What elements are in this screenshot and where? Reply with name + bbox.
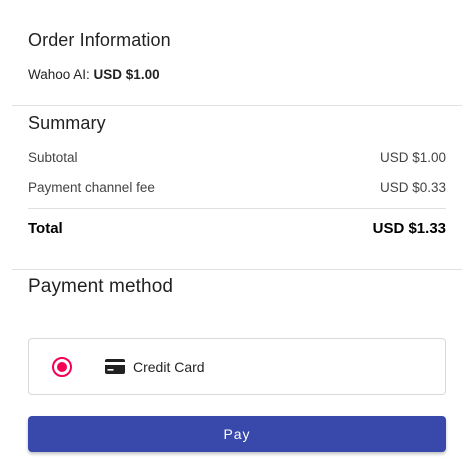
- order-item-label: Wahoo AI:: [28, 67, 94, 82]
- payment-method-label: Credit Card: [133, 358, 205, 375]
- section-divider: [12, 105, 462, 106]
- credit-card-icon: [105, 359, 125, 374]
- section-divider: [12, 269, 462, 270]
- pay-button[interactable]: Pay: [28, 416, 446, 452]
- total-value: USD $1.33: [372, 220, 446, 237]
- radio-selected-dot: [57, 361, 67, 372]
- payment-fee-label: Payment channel fee: [28, 180, 155, 195]
- payment-fee-value: USD $0.33: [379, 180, 446, 195]
- summary-title: Summary: [28, 113, 106, 133]
- summary-divider: [28, 208, 446, 209]
- order-information-title: Order Information: [28, 30, 171, 50]
- payment-method-option-credit-card[interactable]: Credit Card: [28, 338, 446, 395]
- payment-method-title: Payment method: [28, 276, 174, 297]
- total-row: Total USD $1.33: [28, 220, 446, 237]
- radio-button[interactable]: [52, 356, 72, 377]
- subtotal-value: USD $1.00: [379, 150, 446, 165]
- order-item-line: Wahoo AI: USD $1.00: [28, 67, 160, 82]
- order-item-amount: USD $1.00: [93, 67, 160, 82]
- total-label: Total: [28, 220, 63, 237]
- subtotal-row: Subtotal USD $1.00: [28, 150, 446, 165]
- subtotal-label: Subtotal: [28, 150, 78, 165]
- payment-fee-row: Payment channel fee USD $0.33: [28, 180, 446, 195]
- checkout-page: Order Information Wahoo AI: USD $1.00 Su…: [0, 0, 466, 475]
